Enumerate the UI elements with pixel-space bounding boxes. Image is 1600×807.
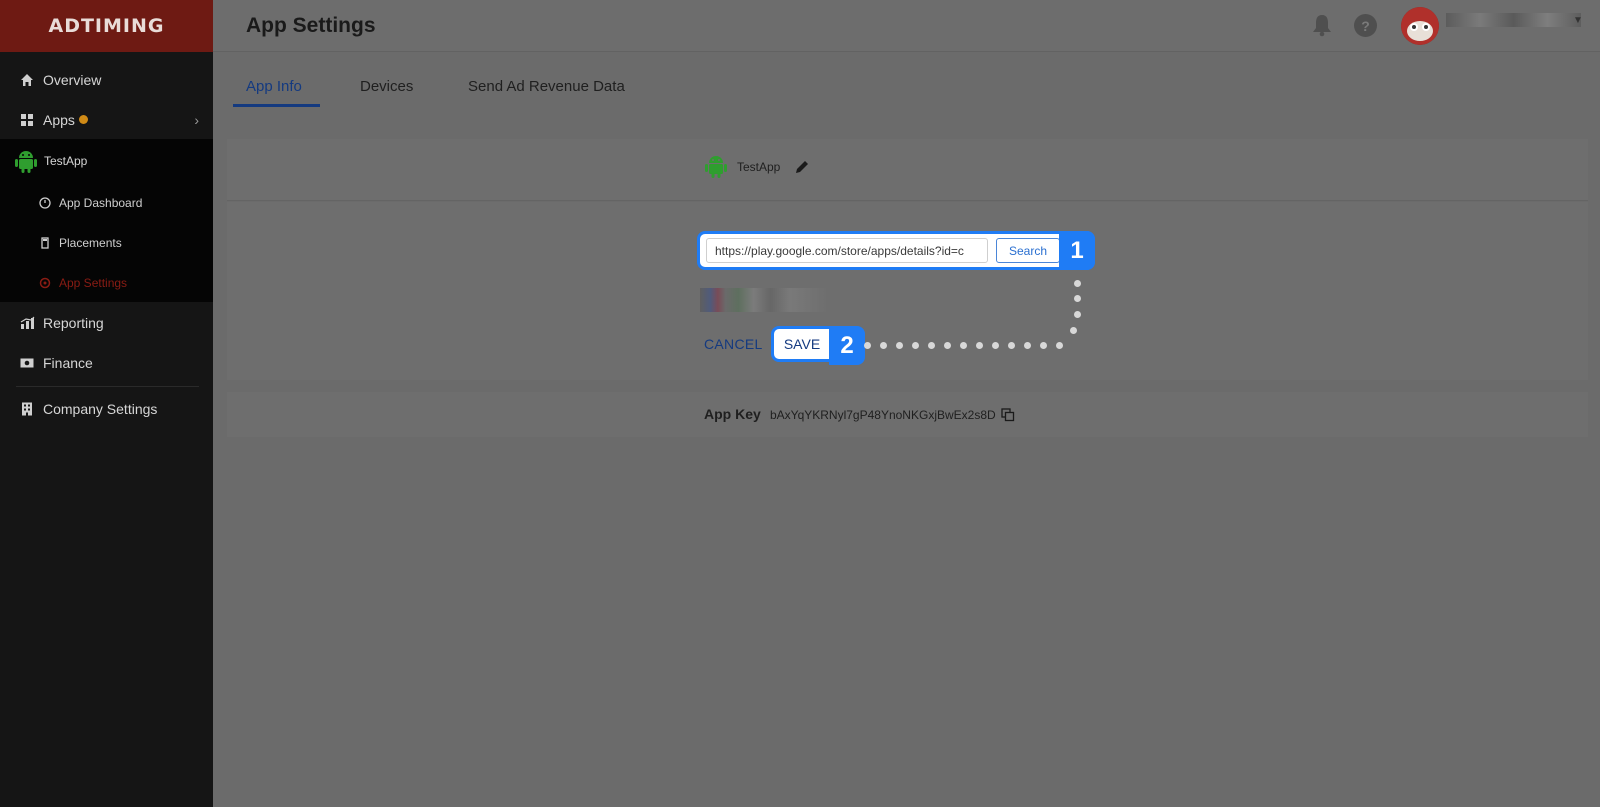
settings-icon — [39, 277, 51, 289]
store-url-search-group: Search — [697, 231, 1095, 270]
app-name-card — [227, 139, 1588, 201]
copy-icon[interactable] — [1001, 408, 1015, 427]
sidebar-item-overview[interactable]: Overview — [0, 68, 213, 92]
cancel-button[interactable]: CANCEL — [704, 336, 763, 352]
edit-pencil-icon[interactable] — [794, 159, 810, 180]
logo-text: ADTIMING — [48, 15, 165, 37]
sidebar-subitem-label: Placements — [59, 236, 122, 250]
sidebar-item-finance[interactable]: Finance — [0, 351, 213, 375]
sidebar-item-company-settings[interactable]: Company Settings — [0, 397, 213, 421]
chevron-right-icon: › — [194, 112, 199, 128]
home-icon — [19, 72, 35, 88]
sidebar-item-label: Apps — [43, 112, 75, 128]
placement-icon — [39, 237, 51, 249]
store-url-input[interactable] — [706, 238, 988, 263]
android-icon — [705, 154, 727, 183]
info-icon — [78, 114, 88, 124]
avatar[interactable] — [1401, 7, 1439, 45]
tab-devices[interactable]: Devices — [360, 78, 413, 95]
sidebar-subitem-placements[interactable]: Placements — [0, 234, 213, 252]
building-icon — [19, 401, 35, 417]
sidebar: ADTIMING Overview Apps › TestApp App Das… — [0, 0, 213, 807]
caret-down-icon[interactable]: ▼ — [1573, 15, 1583, 26]
dashboard-icon — [39, 197, 51, 209]
sidebar-divider — [16, 386, 199, 387]
sidebar-subitem-app-dashboard[interactable]: App Dashboard — [0, 194, 213, 212]
sidebar-subitem-label: App Dashboard — [59, 196, 143, 210]
chart-icon — [19, 315, 35, 331]
tab-app-info[interactable]: App Info — [246, 78, 302, 95]
sidebar-item-label: Finance — [43, 355, 93, 371]
save-button[interactable]: SAVE — [771, 326, 833, 362]
tab-send-ad-revenue-data[interactable]: Send Ad Revenue Data — [468, 78, 625, 95]
step-badge-2: 2 — [829, 326, 865, 365]
search-button[interactable]: Search — [996, 238, 1060, 263]
money-icon — [19, 355, 35, 371]
app-key-value: bAxYqYKRNyl7gP48YnoNKGxjBwEx2s8D — [770, 408, 996, 422]
help-icon[interactable]: ? — [1354, 14, 1377, 37]
top-bar: App Settings ? ▼ — [213, 0, 1600, 52]
sidebar-item-label: TestApp — [44, 154, 88, 168]
sidebar-item-label: Overview — [43, 72, 102, 88]
app-search-result-blurred — [700, 288, 828, 312]
sidebar-item-testapp[interactable]: TestApp — [0, 149, 213, 173]
sidebar-subitem-app-settings[interactable]: App Settings — [0, 274, 213, 292]
sidebar-item-label: Company Settings — [43, 401, 158, 417]
sidebar-item-apps[interactable]: Apps › — [0, 108, 213, 132]
store-url-card — [227, 202, 1588, 380]
app-name-text: TestApp — [737, 160, 781, 174]
active-tab-indicator — [233, 104, 320, 107]
step-badge-1: 1 — [1059, 231, 1095, 270]
page-title: App Settings — [246, 14, 376, 37]
sidebar-item-reporting[interactable]: Reporting — [0, 311, 213, 335]
sidebar-item-label: Reporting — [43, 315, 104, 331]
app-key-label: App Key — [704, 406, 761, 422]
apps-grid-icon — [19, 112, 35, 128]
sidebar-subitem-label: App Settings — [59, 276, 128, 290]
brand-logo[interactable]: ADTIMING — [0, 0, 213, 52]
android-icon — [14, 149, 38, 173]
bell-icon[interactable] — [1311, 13, 1333, 42]
user-name-blurred[interactable] — [1446, 13, 1581, 27]
